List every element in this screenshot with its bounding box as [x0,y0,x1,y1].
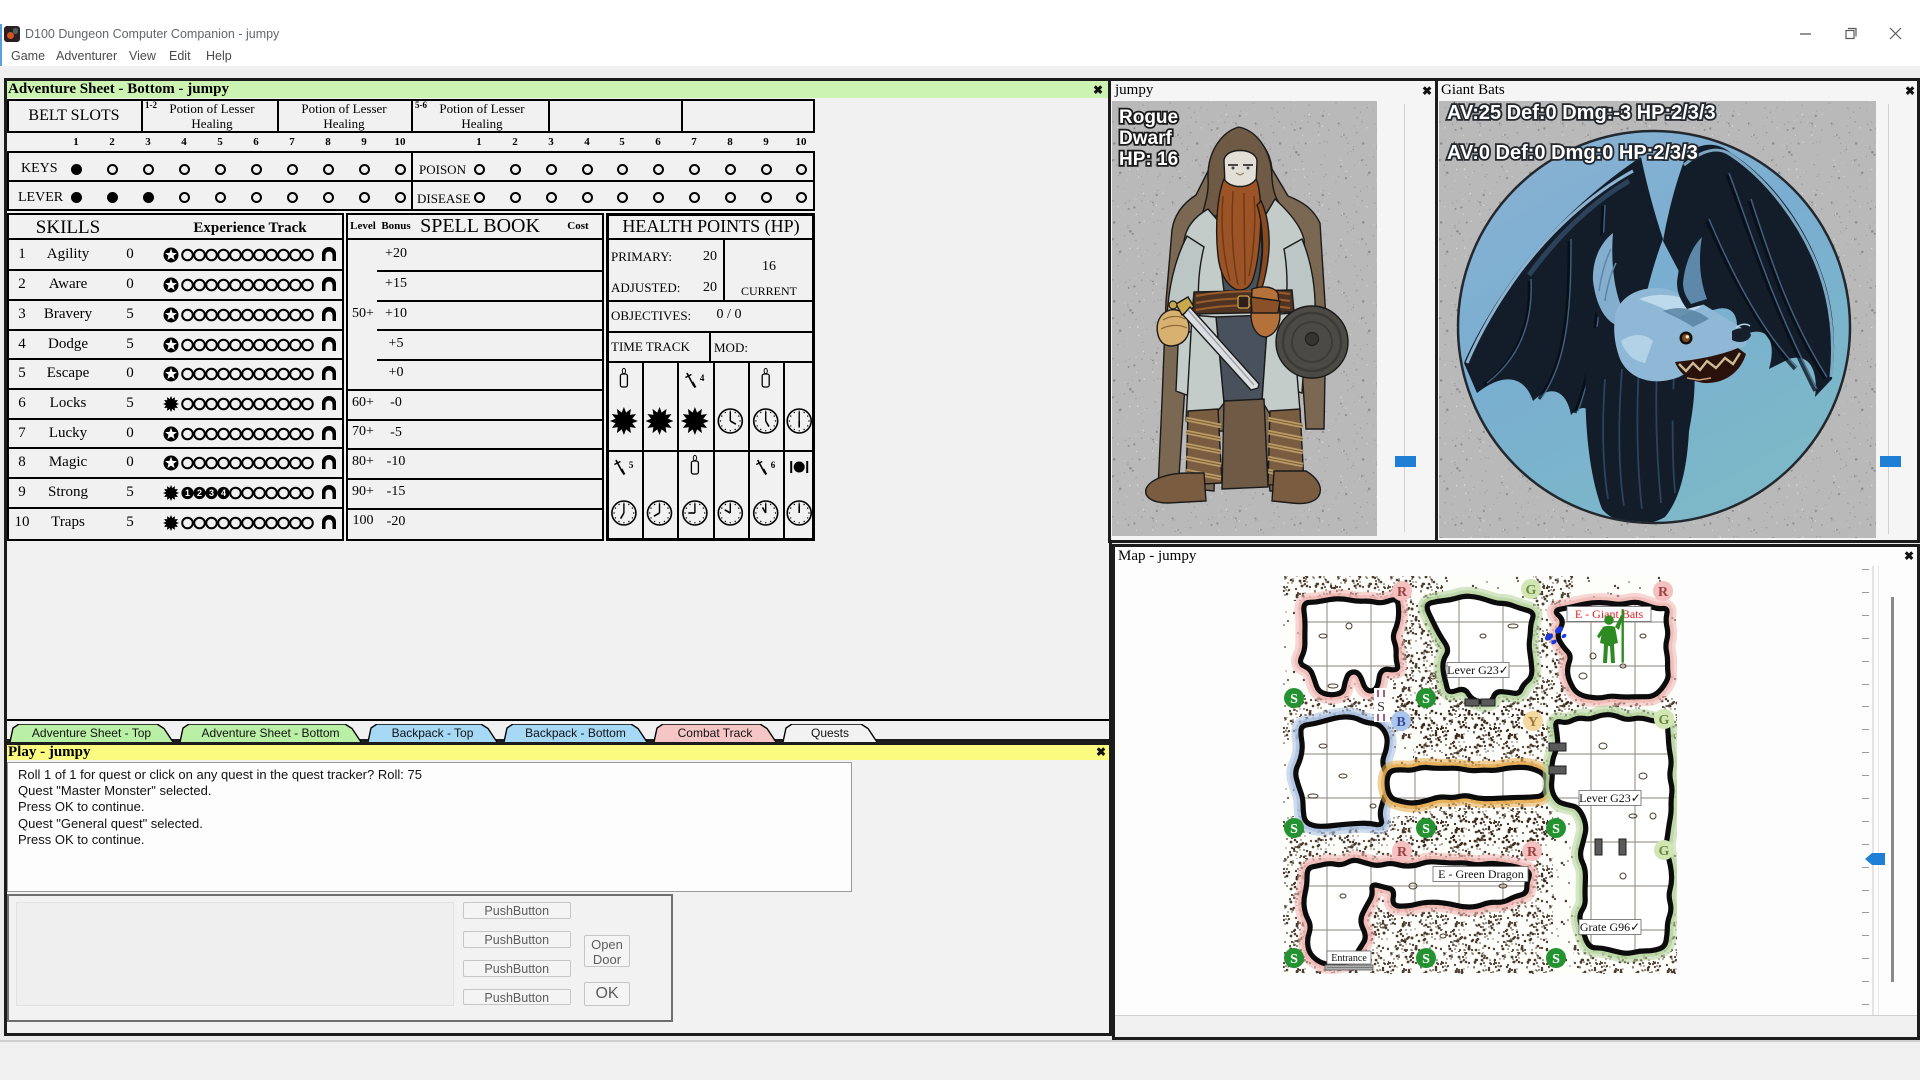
svg-text:S: S [1377,700,1385,715]
svg-text:S: S [1552,952,1560,967]
svg-text:Lever G23✓: Lever G23✓ [1447,663,1509,677]
svg-text:G: G [1659,844,1670,859]
svg-text:Lever G23✓: Lever G23✓ [1579,791,1641,805]
svg-text:S: S [1290,692,1298,707]
svg-text:1: 1 [185,488,190,498]
svg-text:E - Green Dragon: E - Green Dragon [1438,867,1524,881]
svg-text:R: R [1397,585,1408,600]
svg-text:R: R [1527,845,1538,860]
svg-text:S: S [1422,822,1430,837]
svg-text:S: S [1422,692,1430,707]
svg-text:AV:25 Def:0 Dmg:-3 HP:2/3/3: AV:25 Def:0 Dmg:-3 HP:2/3/3 [1447,102,1716,124]
svg-text:5: 5 [629,460,634,470]
svg-text:S: S [1422,952,1430,967]
svg-text:S: S [1552,822,1560,837]
svg-text:Entrance: Entrance [1331,953,1367,964]
svg-text:Y: Y [1528,715,1538,730]
svg-text:AV:0 Def:0 Dmg:0 HP:2/3/3: AV:0 Def:0 Dmg:0 HP:2/3/3 [1447,142,1698,164]
svg-text:G: G [1659,713,1670,728]
svg-text:G: G [1526,583,1537,598]
svg-text:HP: 16: HP: 16 [1119,149,1178,170]
svg-text:2: 2 [197,488,202,498]
svg-text:4: 4 [221,488,226,498]
svg-text:S: S [1290,952,1298,967]
svg-text:6: 6 [771,460,776,470]
svg-text:Dwarf: Dwarf [1119,128,1172,149]
svg-text:4: 4 [700,373,705,383]
svg-text:S: S [1290,822,1298,837]
svg-text:R: R [1397,845,1408,860]
svg-text:R: R [1658,585,1669,600]
svg-text:Rogue: Rogue [1119,107,1178,128]
svg-text:Grate G96✓: Grate G96✓ [1580,920,1640,934]
svg-text:3: 3 [209,488,214,498]
svg-text:B: B [1396,715,1405,730]
